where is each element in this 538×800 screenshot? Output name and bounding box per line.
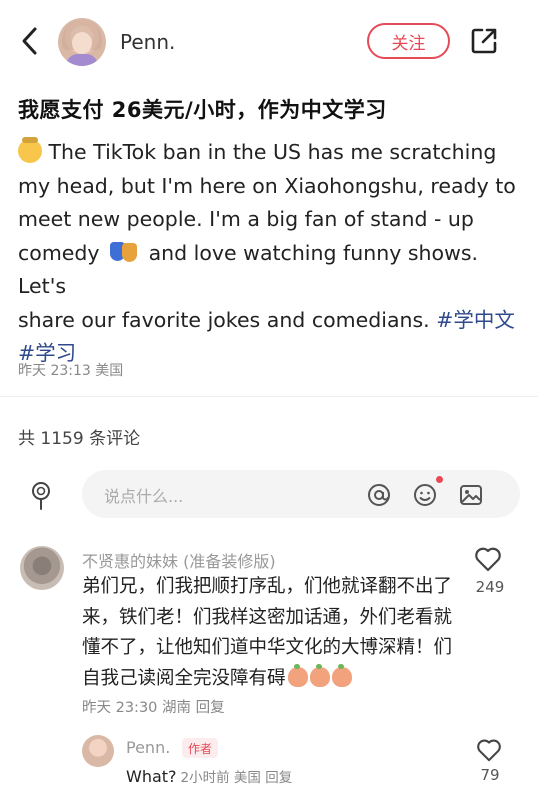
reply-avatar[interactable] [82, 735, 114, 767]
peach-emoji-icon [309, 663, 330, 687]
heart-icon[interactable] [476, 738, 502, 762]
comment-input-bar: 说点什么... [18, 466, 520, 520]
hashtag-link[interactable]: #学中文 [436, 308, 515, 332]
comment-meta[interactable]: 昨天 23:30 湖南 回复 [82, 696, 225, 717]
comment-input-placeholder: 说点什么... [104, 487, 184, 506]
image-icon[interactable] [458, 482, 484, 508]
comment-text: 弟们兄，们我把顺打序乱，们他就译翻不出了来，铁们老！们我样这密加话通，外们老看就… [82, 572, 462, 694]
top-bar: Penn. 关注 [0, 0, 538, 82]
lollipop-icon[interactable] [26, 480, 56, 510]
post-body-line: my head, but I'm here on Xiaohongshu, re… [18, 173, 516, 198]
post-body-line: comedy [18, 240, 100, 265]
back-button[interactable] [14, 24, 46, 58]
post-body: The TikTok ban in the US has me scratchi… [18, 136, 518, 371]
reply-meta[interactable]: 2小时前 美国 回复 [181, 770, 293, 786]
mention-at-icon[interactable] [366, 482, 392, 508]
reply-author-name[interactable]: Penn. [126, 738, 170, 757]
follow-button[interactable]: 关注 [367, 23, 450, 59]
notification-dot [436, 476, 443, 483]
divider [0, 396, 538, 397]
reply-text: What? [126, 767, 177, 786]
comment-count: 共 1159 条评论 [18, 429, 141, 449]
comment-input[interactable]: 说点什么... [82, 470, 520, 518]
chevron-left-icon [22, 27, 37, 55]
commenter-name[interactable]: 不贤惠的妹妹 (准备装修版) [82, 548, 276, 572]
post-meta: 昨天 23:13 美国 [18, 363, 124, 379]
comment-text-body: 弟们兄，们我把顺打序乱，们他就译翻不出了来，铁们老！们我样这密加话通，外们老看就… [82, 576, 453, 689]
post-body-line: meet new people. I'm a big fan of stand … [18, 207, 474, 231]
confused-face-emoji-icon [18, 137, 42, 163]
emoji-icon[interactable] [412, 482, 438, 508]
post-title: 我愿支付 26美元/小时，作为中文学习 [18, 98, 387, 122]
post-body-line: share our favorite jokes and comedians. [18, 307, 437, 332]
peach-emoji-icon [287, 663, 308, 687]
share-out-icon [471, 28, 497, 54]
author-avatar[interactable] [58, 18, 106, 66]
theater-masks-emoji-icon [110, 240, 138, 264]
post-body-line: The TikTok ban in the US has me scratchi… [48, 140, 497, 164]
commenter-avatar[interactable] [20, 546, 64, 590]
comment-like-count: 249 [475, 578, 505, 596]
author-name[interactable]: Penn. [120, 30, 175, 54]
peach-emoji-icon [331, 663, 352, 687]
author-badge: 作者 [182, 738, 219, 758]
share-button[interactable] [468, 25, 500, 57]
reply-line: What? 2小时前 美国 回复 [126, 766, 292, 786]
heart-icon[interactable] [474, 546, 502, 572]
reply-like-count: 79 [480, 766, 500, 784]
